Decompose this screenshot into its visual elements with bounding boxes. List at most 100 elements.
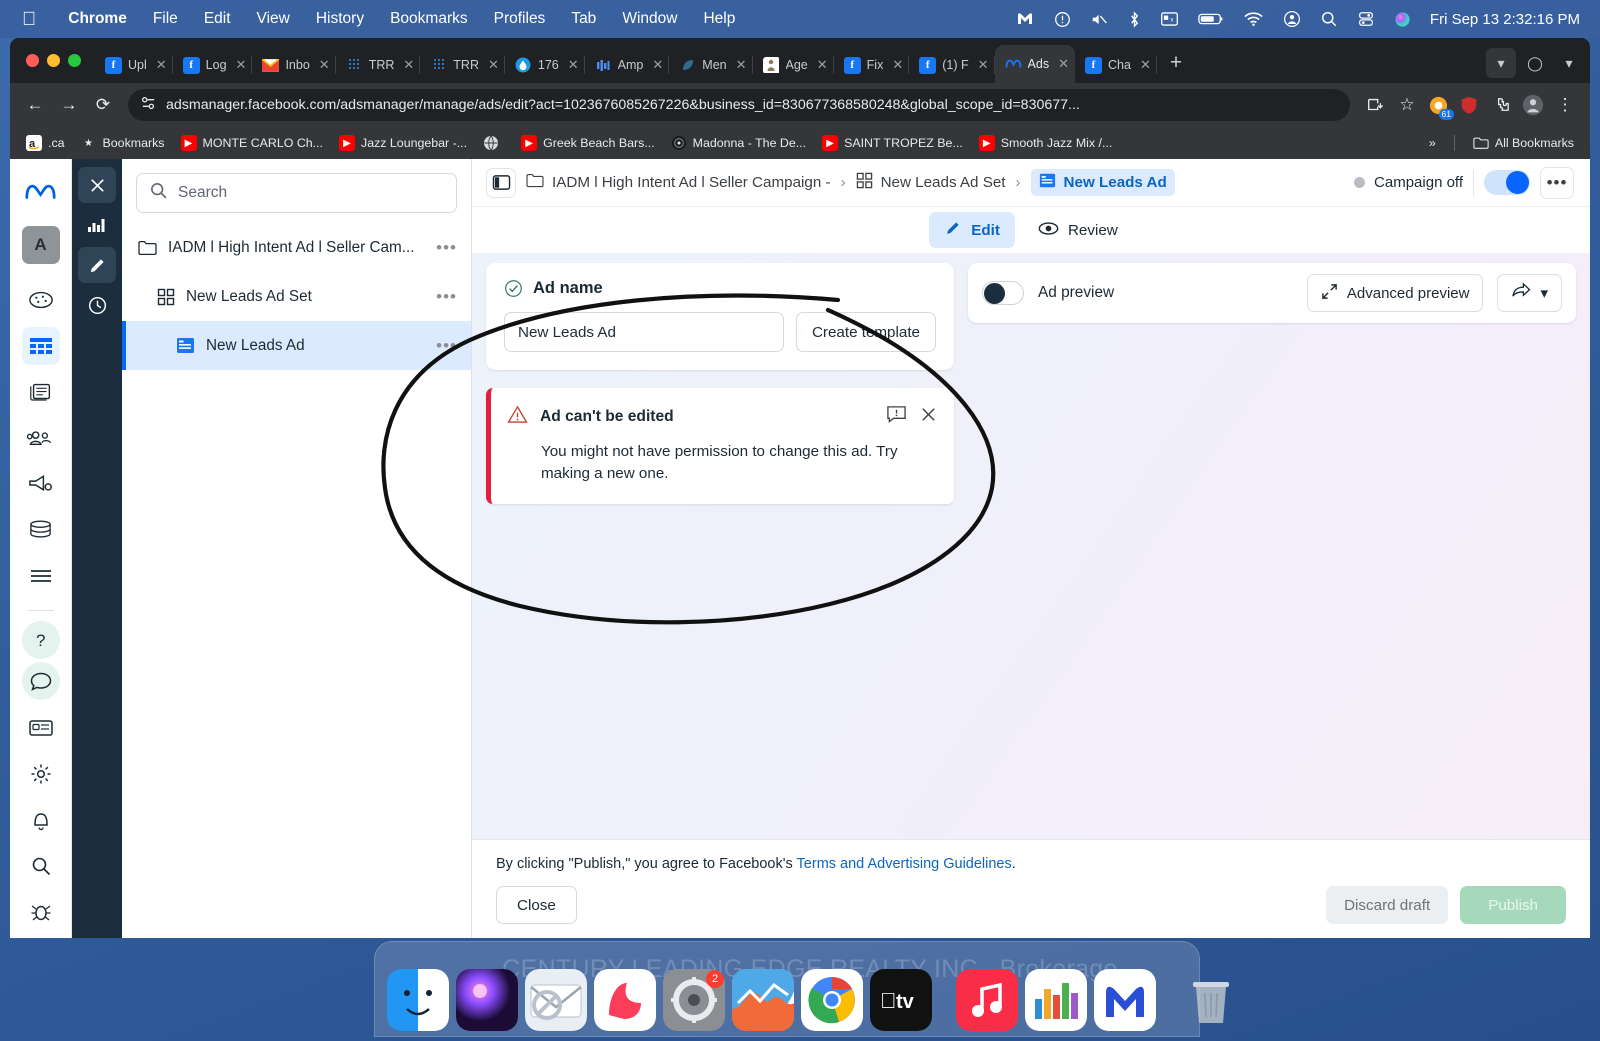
gear-icon[interactable] xyxy=(22,755,60,793)
site-settings-icon[interactable] xyxy=(140,95,157,116)
toggle-side-panel-icon[interactable] xyxy=(486,167,516,198)
breadcrumb-ad-current[interactable]: New Leads Ad xyxy=(1030,169,1175,196)
pencil-icon[interactable] xyxy=(78,247,116,283)
tab-close-icon[interactable]: ✕ xyxy=(1058,56,1069,72)
share-download-icon[interactable] xyxy=(1360,90,1390,120)
advanced-preview-button[interactable]: Advanced preview xyxy=(1306,274,1484,312)
tab-close-icon[interactable]: ✕ xyxy=(978,57,989,73)
bookmark-star-icon[interactable]: ☆ xyxy=(1392,90,1422,120)
campaign-toggle[interactable] xyxy=(1484,170,1530,195)
tab-close-icon[interactable]: ✕ xyxy=(568,57,579,73)
address-bar[interactable]: adsmanager.facebook.com/adsmanager/manag… xyxy=(128,89,1350,121)
feedback-icon[interactable] xyxy=(886,404,907,429)
profile-avatar-icon[interactable] xyxy=(1518,90,1548,120)
header-more-options-button[interactable]: ••• xyxy=(1540,166,1574,199)
browser-tab-active-ads-manager[interactable]: Ads ✕ xyxy=(994,45,1075,83)
bookmark-item-greek-beach-bars[interactable]: ▶ Greek Beach Bars... xyxy=(513,130,663,156)
nav-row-menu-icon[interactable]: ••• xyxy=(436,336,457,356)
malwarebytes-status-icon[interactable] xyxy=(1015,9,1035,29)
menu-item-tab[interactable]: Tab xyxy=(558,10,609,28)
browser-tab[interactable]: f Fix ✕ xyxy=(834,47,910,83)
dock-item-malwarebytes[interactable] xyxy=(1094,969,1156,1031)
card-icon[interactable] xyxy=(22,709,60,747)
clock-icon[interactable] xyxy=(78,287,116,323)
tab-close-icon[interactable]: ✕ xyxy=(652,57,663,73)
control-center-icon[interactable] xyxy=(1357,10,1375,28)
siri-icon[interactable] xyxy=(1394,11,1411,28)
menu-item-history[interactable]: History xyxy=(303,10,377,28)
terms-link[interactable]: Terms and Advertising Guidelines xyxy=(797,856,1012,872)
search-icon[interactable] xyxy=(22,847,60,885)
all-bookmarks-button[interactable]: All Bookmarks xyxy=(1465,130,1582,156)
table-icon[interactable] xyxy=(21,327,60,365)
nav-row-adset[interactable]: New Leads Ad Set ••• xyxy=(122,272,471,321)
extensions-puzzle-icon[interactable] xyxy=(1486,90,1516,120)
dock-item-apple-tv[interactable]: tv xyxy=(870,969,932,1031)
bell-icon[interactable] xyxy=(22,801,60,839)
ad-preview-toggle[interactable] xyxy=(982,281,1024,305)
tab-close-icon[interactable]: ✕ xyxy=(736,57,747,73)
chrome-menu-icon[interactable]: ⋮ xyxy=(1550,90,1580,120)
breadcrumb-adset[interactable]: New Leads Ad Set xyxy=(856,172,1006,193)
bookmark-item-saint-tropez[interactable]: ▶ SAINT TROPEZ Be... xyxy=(814,130,971,156)
help-icon[interactable]: ? xyxy=(21,621,60,659)
do-not-disturb-icon[interactable] xyxy=(1054,11,1071,28)
dock-item-stocks[interactable] xyxy=(732,969,794,1031)
menu-item-profiles[interactable]: Profiles xyxy=(481,10,559,28)
bookmark-item-bookmarks-folder[interactable]: ★ Bookmarks xyxy=(73,130,173,156)
menu-item-view[interactable]: View xyxy=(244,10,303,28)
extension-badge-icon[interactable]: 61 xyxy=(1424,91,1454,120)
bluetooth-icon[interactable] xyxy=(1128,10,1141,29)
ublock-extension-icon[interactable] xyxy=(1454,90,1484,120)
tab-close-icon[interactable]: ✕ xyxy=(1140,57,1151,73)
close-icon[interactable] xyxy=(78,167,116,203)
dashboard-icon[interactable] xyxy=(22,281,60,319)
dock-item-mail[interactable] xyxy=(525,969,587,1031)
wifi-icon[interactable] xyxy=(1243,11,1264,27)
tab-close-icon[interactable]: ✕ xyxy=(817,57,828,73)
nav-row-menu-icon[interactable]: ••• xyxy=(436,238,457,258)
apple-menu-icon[interactable]:  xyxy=(22,10,36,29)
chart-icon[interactable] xyxy=(78,207,116,243)
menu-item-help[interactable]: Help xyxy=(690,10,748,28)
billing-icon[interactable] xyxy=(22,511,60,549)
dock-item-siri[interactable] xyxy=(456,969,518,1031)
publish-button[interactable]: Publish xyxy=(1460,886,1566,924)
bookmark-item-smooth-jazz[interactable]: ▶ Smooth Jazz Mix /... xyxy=(971,130,1121,156)
browser-tab[interactable]: f Upl ✕ xyxy=(95,47,173,83)
menu-icon[interactable] xyxy=(22,557,60,595)
menu-item-window[interactable]: Window xyxy=(609,10,690,28)
share-preview-button[interactable]: ▾ xyxy=(1497,274,1562,312)
tab-search-chevron-icon[interactable]: ▾ xyxy=(1486,48,1516,78)
dock-item-finder[interactable] xyxy=(387,969,449,1031)
dock-item-numbers[interactable] xyxy=(1025,969,1087,1031)
news-icon[interactable] xyxy=(22,373,60,411)
dock-item-chrome[interactable] xyxy=(801,969,863,1031)
tab-close-icon[interactable]: ✕ xyxy=(892,57,903,73)
new-tab-button[interactable]: + xyxy=(1157,47,1195,83)
mute-icon[interactable] xyxy=(1090,11,1109,28)
forward-button[interactable]: → xyxy=(54,90,84,120)
account-avatar[interactable]: A xyxy=(21,226,60,264)
window-restore-icon[interactable]: ◯ xyxy=(1520,48,1550,78)
account-icon[interactable] xyxy=(1283,10,1301,28)
discard-draft-button[interactable]: Discard draft xyxy=(1326,886,1449,924)
ad-name-input[interactable]: New Leads Ad xyxy=(504,312,784,352)
close-button[interactable]: Close xyxy=(496,886,577,924)
breadcrumb-campaign[interactable]: IADM l High Intent Ad l Seller Campaign … xyxy=(526,173,831,192)
tab-close-icon[interactable]: ✕ xyxy=(319,57,330,73)
menu-clock[interactable]: Fri Sep 13 2:32:16 PM xyxy=(1430,11,1580,28)
tab-close-icon[interactable]: ✕ xyxy=(488,57,499,73)
tab-review[interactable]: Review xyxy=(1023,214,1133,247)
audience-icon[interactable] xyxy=(22,419,60,457)
search-input[interactable]: Search xyxy=(136,173,457,213)
chat-icon[interactable] xyxy=(21,662,60,700)
create-template-button[interactable]: Create template xyxy=(795,312,936,352)
nav-row-ad-active[interactable]: New Leads Ad ••• xyxy=(122,321,471,370)
browser-tab[interactable]: TRR ✕ xyxy=(336,47,421,83)
bookmark-item-monte-carlo[interactable]: ▶ MONTE CARLO Ch... xyxy=(173,130,331,156)
maximize-window-button[interactable] xyxy=(68,54,81,67)
browser-tab[interactable]: 176 ✕ xyxy=(505,47,585,83)
browser-tab[interactable]: f Cha ✕ xyxy=(1075,47,1157,83)
nav-row-menu-icon[interactable]: ••• xyxy=(436,287,457,307)
